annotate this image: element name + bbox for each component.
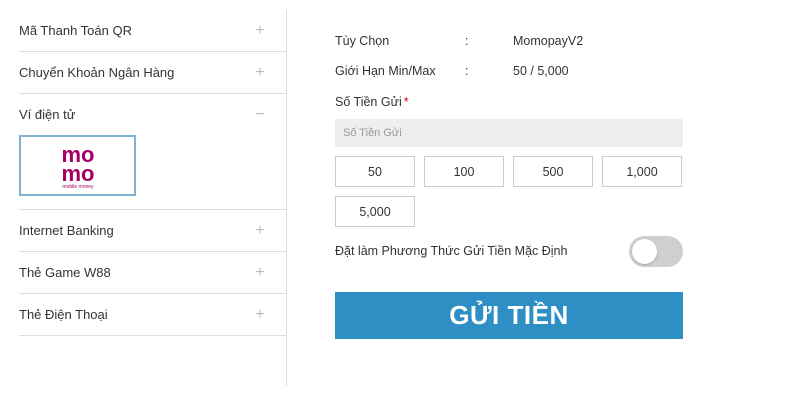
method-phone-card: Thẻ Điện Thoại + bbox=[19, 294, 286, 336]
amount-option-50[interactable]: 50 bbox=[335, 156, 415, 187]
method-qr-header[interactable]: Mã Thanh Toán QR + bbox=[19, 10, 286, 51]
plus-icon: + bbox=[255, 63, 265, 81]
payment-method-sidebar: Mã Thanh Toán QR + Chuyển Khoản Ngân Hàn… bbox=[19, 10, 286, 336]
method-ewallet: Ví điện tử − mo mo mobile money bbox=[19, 94, 286, 210]
method-qr-label: Mã Thanh Toán QR bbox=[19, 23, 132, 38]
method-internet-banking-label: Internet Banking bbox=[19, 223, 114, 238]
minus-icon: − bbox=[255, 105, 265, 123]
default-method-row: Đặt làm Phương Thức Gửi Tiền Mặc Định bbox=[335, 235, 683, 267]
plus-icon: + bbox=[255, 305, 265, 323]
method-bank-transfer-header[interactable]: Chuyển Khoản Ngân Hàng + bbox=[19, 52, 286, 93]
momo-logo-tagline: mobile money bbox=[62, 184, 94, 190]
amount-field-label: Số Tiền Gửi * bbox=[335, 95, 683, 113]
amount-label-text: Số Tiền Gửi bbox=[335, 95, 402, 109]
amount-option-500[interactable]: 500 bbox=[513, 156, 593, 187]
quick-amount-options: 50 100 500 1,000 5,000 bbox=[335, 156, 685, 227]
method-ewallet-label: Ví điện tử bbox=[19, 107, 76, 122]
deposit-submit-button[interactable]: GỬI TIỀN bbox=[335, 292, 683, 339]
momo-logo: mo mo mobile money bbox=[61, 142, 94, 190]
momo-wallet-option[interactable]: mo mo mobile money bbox=[19, 135, 136, 196]
method-phone-card-label: Thẻ Điện Thoại bbox=[19, 307, 108, 322]
method-internet-banking: Internet Banking + bbox=[19, 210, 286, 252]
vertical-divider bbox=[286, 10, 287, 386]
limit-label: Giới Hạn Min/Max bbox=[335, 64, 436, 78]
amount-option-1000[interactable]: 1,000 bbox=[602, 156, 682, 187]
option-row: Tùy Chọn : MomopayV2 bbox=[335, 30, 683, 52]
method-ewallet-header[interactable]: Ví điện tử − bbox=[19, 94, 286, 135]
plus-icon: + bbox=[255, 221, 265, 239]
method-game-card-label: Thẻ Game W88 bbox=[19, 265, 111, 280]
amount-option-100[interactable]: 100 bbox=[424, 156, 504, 187]
limit-value: 50 / 5,000 bbox=[513, 64, 569, 78]
method-game-card: Thẻ Game W88 + bbox=[19, 252, 286, 294]
default-method-toggle[interactable] bbox=[629, 235, 683, 267]
deposit-form: Tùy Chọn : MomopayV2 Giới Hạn Min/Max : … bbox=[335, 30, 683, 339]
ewallet-options: mo mo mobile money bbox=[19, 135, 286, 209]
method-bank-transfer-label: Chuyển Khoản Ngân Hàng bbox=[19, 65, 175, 80]
plus-icon: + bbox=[255, 263, 265, 281]
required-mark: * bbox=[403, 95, 409, 109]
amount-option-5000[interactable]: 5,000 bbox=[335, 196, 415, 227]
limit-row: Giới Hạn Min/Max : 50 / 5,000 bbox=[335, 60, 683, 82]
method-internet-banking-header[interactable]: Internet Banking + bbox=[19, 210, 286, 251]
option-label: Tùy Chọn bbox=[335, 34, 390, 48]
option-separator: : bbox=[465, 34, 469, 48]
momo-logo-bottom: mo bbox=[61, 161, 94, 186]
method-bank-transfer: Chuyển Khoản Ngân Hàng + bbox=[19, 52, 286, 94]
method-phone-card-header[interactable]: Thẻ Điện Thoại + bbox=[19, 294, 286, 335]
amount-input[interactable] bbox=[335, 119, 683, 147]
method-qr: Mã Thanh Toán QR + bbox=[19, 10, 286, 52]
limit-separator: : bbox=[465, 64, 469, 78]
plus-icon: + bbox=[255, 21, 265, 39]
default-method-label: Đặt làm Phương Thức Gửi Tiền Mặc Định bbox=[335, 244, 568, 258]
toggle-knob bbox=[632, 238, 657, 264]
method-game-card-header[interactable]: Thẻ Game W88 + bbox=[19, 252, 286, 293]
option-value: MomopayV2 bbox=[513, 34, 584, 48]
